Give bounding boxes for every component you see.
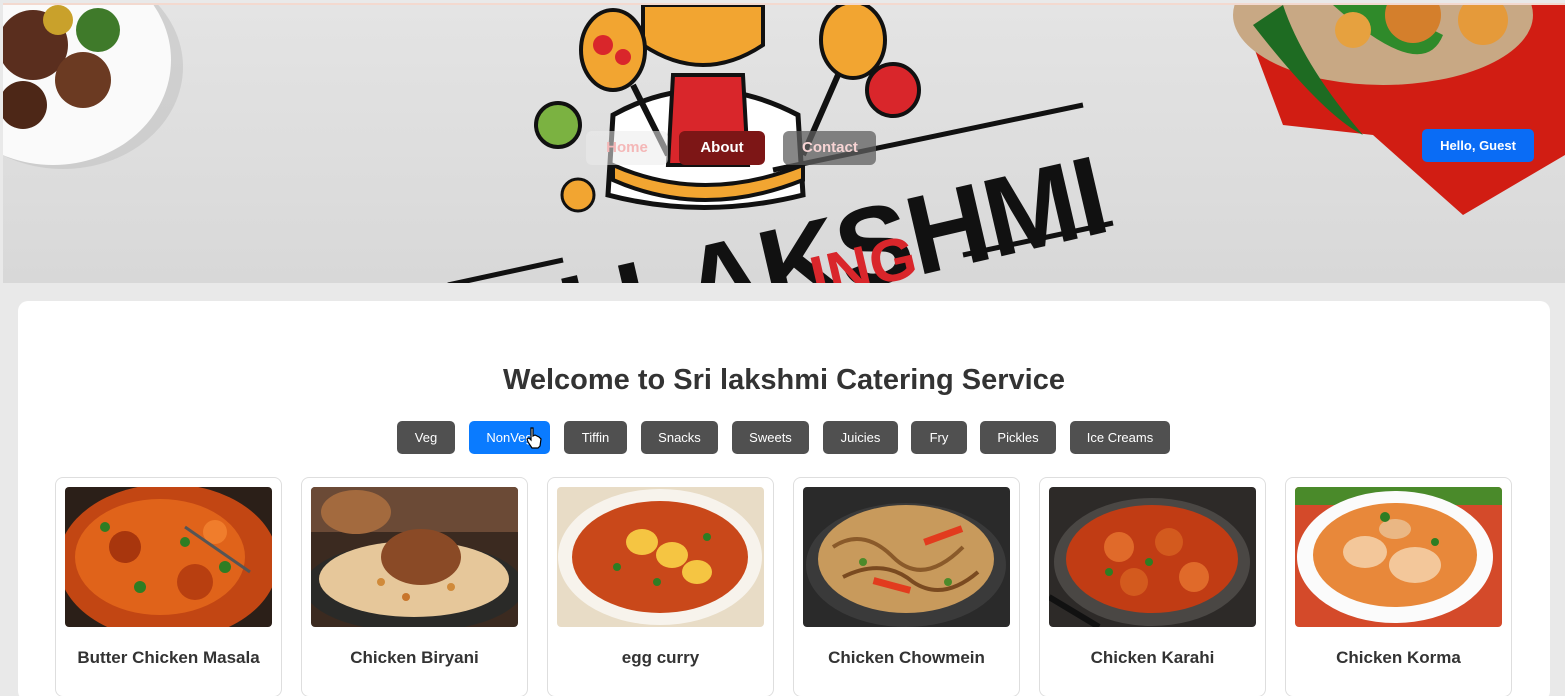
dish-card[interactable]: Chicken Korma [1285,477,1512,696]
dish-image [311,487,518,627]
dish-card[interactable]: Butter Chicken Masala [55,477,282,696]
category-pickles-button[interactable]: Pickles [980,421,1056,454]
main-content-card: Welcome to Sri lakshmi Catering Service … [18,301,1550,696]
dish-name: Chicken Biryani [350,648,479,667]
dish-image [1295,487,1502,627]
dish-card[interactable]: Chicken Karahi [1039,477,1266,696]
page-title: Welcome to Sri lakshmi Catering Service [503,364,1065,396]
page: RI LAKSHMI ING Home About Contact Hello,… [0,0,1565,696]
dish-card[interactable]: Chicken Biryani [301,477,528,696]
dish-name: Chicken Karahi [1090,648,1215,667]
dish-name: Chicken Chowmein [828,648,985,667]
category-sweets-button[interactable]: Sweets [732,421,809,454]
nav-contact-button[interactable]: Contact [783,131,876,165]
dish-name: Chicken Korma [1336,648,1461,667]
category-veg-button[interactable]: Veg [397,421,455,454]
dish-card[interactable]: Chicken Chowmein [793,477,1020,696]
hand-cursor-icon [526,427,542,449]
dish-image [803,487,1010,627]
category-tiffin-button[interactable]: Tiffin [564,421,627,454]
user-greeting-button[interactable]: Hello, Guest [1422,129,1534,162]
nav-about-button[interactable]: About [679,131,765,165]
hero-banner: RI LAKSHMI ING Home About Contact Hello,… [3,3,1565,283]
dish-name: Butter Chicken Masala [77,648,260,667]
dish-card[interactable]: egg curry [547,477,774,696]
category-juicies-button[interactable]: Juicies [823,421,898,454]
nav-home-button[interactable]: Home [586,131,668,165]
dish-image [65,487,272,627]
category-ice-creams-button[interactable]: Ice Creams [1070,421,1170,454]
category-snacks-button[interactable]: Snacks [641,421,718,454]
main-navigation: Home About Contact [3,131,1565,165]
dish-name: egg curry [621,648,700,667]
category-fry-button[interactable]: Fry [911,421,967,454]
dish-image [1049,487,1256,627]
dish-image [557,487,764,627]
